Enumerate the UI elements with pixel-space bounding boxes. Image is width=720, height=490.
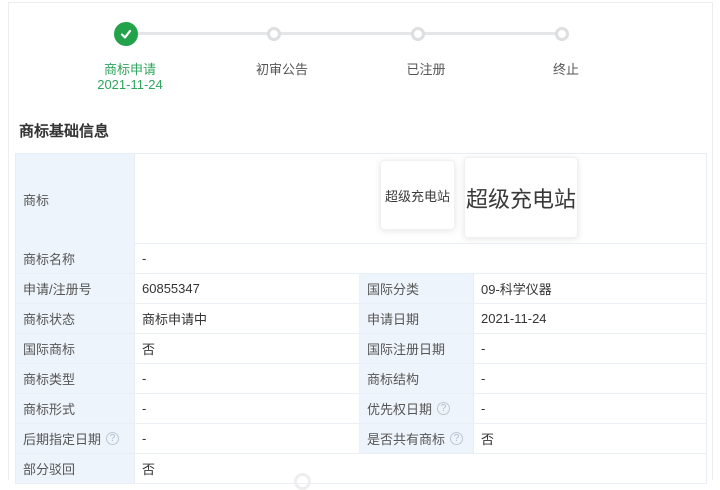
step-date-apply: 2021-11-24 <box>97 77 163 92</box>
help-icon[interactable]: ? <box>450 432 464 445</box>
row-label: 国际商标 <box>16 334 135 363</box>
step-label-preliminary: 初审公告 <box>255 62 308 77</box>
row-label: 申请/注册号 <box>16 274 135 303</box>
table-row: 后期指定日期 ? - 是否共有商标 ? 否 <box>16 424 706 454</box>
row-value: - <box>135 394 360 423</box>
row-value: - <box>142 251 147 266</box>
content-card: 商标申请 2021-11-24 初审公告 已注册 终止 商标基础信息 商标 超级… <box>8 2 713 490</box>
row-value: 否 <box>481 432 495 447</box>
row-value: 2021-11-24 <box>481 311 547 326</box>
step-done-check-icon <box>114 22 138 46</box>
trademark-image-small[interactable]: 超级充电站 <box>380 160 455 230</box>
table-row: 商标名称 - <box>16 244 706 274</box>
row-label: 国际分类 <box>360 274 474 303</box>
row-value: - <box>135 424 360 453</box>
help-icon[interactable]: ? <box>106 432 120 445</box>
trademark-image-large-text: 超级充电站 <box>465 186 576 212</box>
step-label-registered: 已注册 <box>406 62 446 77</box>
table-row: 国际商标 否 国际注册日期 - <box>16 334 706 364</box>
row-label: 申请日期 <box>360 304 474 333</box>
step-label-apply: 商标申请 <box>103 62 156 77</box>
step-circle-icon <box>555 27 569 41</box>
row-label: 是否共有商标 ? <box>360 424 474 453</box>
trademark-image-area: 超级充电站 超级充电站 <box>135 154 706 244</box>
row-value: 60855347 <box>135 274 360 303</box>
row-label: 后期指定日期 ? <box>16 424 135 453</box>
trademark-info-table: 商标 超级充电站 超级充电站 商标名称 - 申请/注册号 60855347 国际… <box>15 153 707 484</box>
row-label: 优先权日期 ? <box>360 394 474 423</box>
table-row-trademark: 商标 超级充电站 超级充电站 <box>16 154 706 244</box>
row-label: 商标名称 <box>16 244 135 273</box>
row-label-text: 优先权日期 <box>367 402 433 417</box>
trademark-progress-stepper: 商标申请 2021-11-24 初审公告 已注册 终止 <box>9 3 712 103</box>
help-icon[interactable]: ? <box>437 402 451 415</box>
step-label-terminated: 终止 <box>552 62 579 77</box>
row-label: 部分驳回 <box>16 454 135 483</box>
row-label: 商标类型 <box>16 364 135 393</box>
row-label: 国际注册日期 <box>360 334 474 363</box>
partial-circle-decoration <box>294 473 311 490</box>
table-row: 商标状态 商标申请中 申请日期 2021-11-24 <box>16 304 706 334</box>
row-value: 否 <box>135 334 360 363</box>
step-circle-icon <box>267 27 281 41</box>
trademark-image-small-text: 超级充电站 <box>384 188 450 204</box>
row-value: 否 <box>142 462 156 477</box>
row-label: 商标结构 <box>360 364 474 393</box>
row-label-text: 是否共有商标 <box>367 432 446 447</box>
step-circle-icon <box>411 27 425 41</box>
row-value: 商标申请中 <box>135 304 360 333</box>
stepper-track <box>126 32 562 35</box>
table-row: 商标形式 - 优先权日期 ? - <box>16 394 706 424</box>
row-label: 商标形式 <box>16 394 135 423</box>
row-value: - <box>481 371 486 386</box>
table-row: 申请/注册号 60855347 国际分类 09-科学仪器 <box>16 274 706 304</box>
row-value: - <box>481 341 486 356</box>
table-row: 商标类型 - 商标结构 - <box>16 364 706 394</box>
row-value: - <box>135 364 360 393</box>
section-title: 商标基础信息 <box>19 123 110 140</box>
row-value: 09-科学仪器 <box>481 282 552 297</box>
row-value: - <box>481 401 486 416</box>
row-label-text: 后期指定日期 <box>23 432 102 447</box>
row-label: 商标状态 <box>16 304 135 333</box>
row-label: 商标 <box>16 154 135 244</box>
trademark-image-large[interactable]: 超级充电站 <box>464 157 578 238</box>
